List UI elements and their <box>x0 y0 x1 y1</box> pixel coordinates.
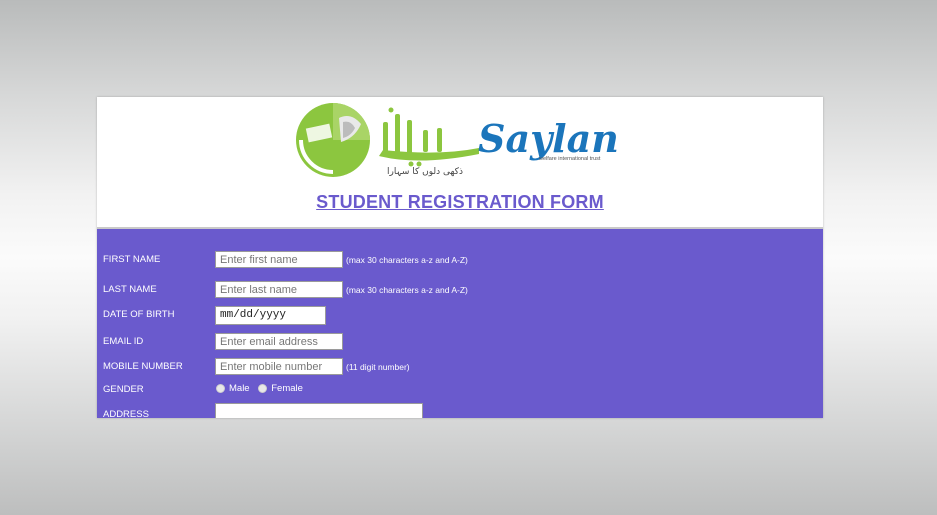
last-name-hint: (max 30 characters a-z and A-Z) <box>346 285 468 295</box>
email-input[interactable] <box>215 333 343 350</box>
first-name-hint: (max 30 characters a-z and A-Z) <box>346 255 468 265</box>
page-title: STUDENT REGISTRATION FORM <box>316 192 604 212</box>
gender-options: Male Female <box>216 383 309 394</box>
last-name-row: LAST NAME (max 30 characters a-z and A-Z… <box>97 281 823 301</box>
address-textarea[interactable] <box>215 403 423 418</box>
registration-form: FIRST NAME (max 30 characters a-z and A-… <box>97 229 823 418</box>
mobile-row: MOBILE NUMBER (11 digit number) <box>97 358 823 378</box>
last-name-input[interactable] <box>215 281 343 298</box>
dob-input[interactable]: mm/dd/yyyy <box>215 306 326 325</box>
svg-text:welfare international trust: welfare international trust <box>538 156 601 162</box>
mobile-label: MOBILE NUMBER <box>103 361 183 372</box>
first-name-row: FIRST NAME (max 30 characters a-z and A-… <box>97 251 823 271</box>
form-header: ذکھی دلوں کا سہارا Saylani welfare inter… <box>97 97 823 229</box>
mobile-input[interactable] <box>215 358 343 375</box>
gender-male-label: Male <box>229 383 250 394</box>
registration-card: ذکھی دلوں کا سہارا Saylani welfare inter… <box>97 97 823 418</box>
gender-male-radio[interactable] <box>216 384 225 393</box>
gender-row: GENDER Male Female <box>97 381 823 401</box>
first-name-label: FIRST NAME <box>103 254 161 265</box>
last-name-label: LAST NAME <box>103 284 157 295</box>
address-row: ADDRESS <box>97 403 823 418</box>
gender-female-radio[interactable] <box>258 384 268 393</box>
first-name-input[interactable] <box>215 251 343 268</box>
svg-text:Saylani: Saylani <box>478 116 617 161</box>
dob-row: DATE OF BIRTH mm/dd/yyyy <box>97 306 823 326</box>
svg-text:ذکھی دلوں کا سہارا: ذکھی دلوں کا سہارا <box>387 167 463 177</box>
dob-label: DATE OF BIRTH <box>103 309 175 320</box>
address-label: ADDRESS <box>103 409 149 418</box>
gender-label: GENDER <box>103 384 144 395</box>
gender-female-label: Female <box>271 383 303 394</box>
email-label: EMAIL ID <box>103 336 144 347</box>
mobile-hint: (11 digit number) <box>346 362 410 372</box>
email-row: EMAIL ID <box>97 333 823 353</box>
saylani-logo: ذکھی دلوں کا سہارا Saylani welfare inter… <box>296 103 617 177</box>
